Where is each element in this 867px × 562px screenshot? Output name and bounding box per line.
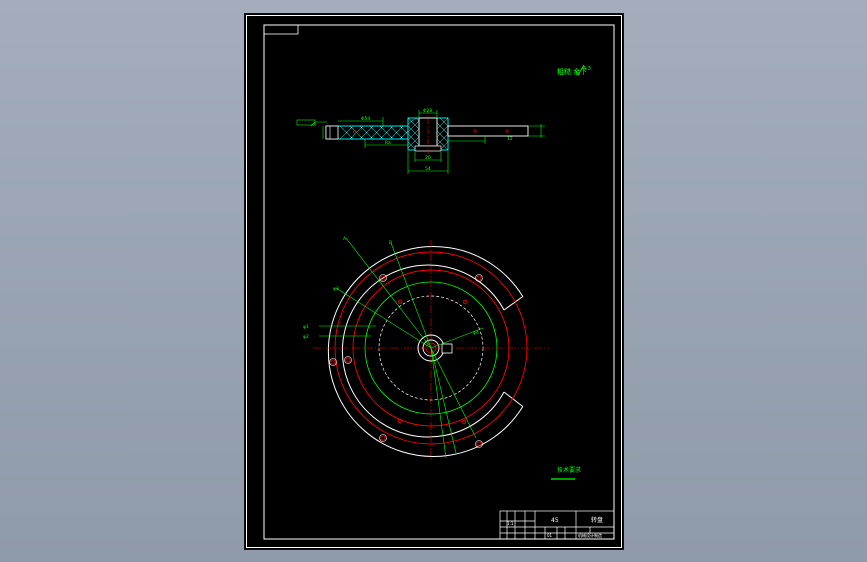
drawing-canvas: 粗糙 余下 6.3 Φ28 Φ54 54 20 12 Ra A B φ1 φ2 …	[246, 15, 622, 548]
plan-label-phi2: φ2	[303, 334, 309, 340]
roughness-symbol: 粗糙 余下 6.3	[557, 64, 591, 76]
title-drawing-no: 01	[547, 533, 553, 538]
drawing-sheet: 粗糙 余下 6.3 Φ28 Φ54 54 20 12 Ra A B φ1 φ2 …	[244, 13, 624, 550]
sheet-inner-border	[263, 24, 615, 540]
title-material: 45	[551, 517, 559, 524]
section-roughness-mark: Ra	[385, 140, 391, 146]
note-title: 技术要求	[557, 466, 581, 474]
technical-note: 技术要求	[551, 466, 581, 480]
plan-label-phi1: φ1	[303, 324, 309, 330]
plan-label-phi3: φ3	[333, 286, 339, 292]
section-view: Φ28 Φ54 54 20 12 Ra	[296, 108, 545, 174]
title-scale: 1:1	[507, 521, 514, 526]
title-part-name: 转盘	[591, 516, 603, 524]
roughness-value: 6.3	[583, 66, 591, 72]
cad-viewport[interactable]: 粗糙 余下 6.3 Φ28 Φ54 54 20 12 Ra A B φ1 φ2 …	[0, 0, 867, 562]
dim-right-flange: 12	[507, 136, 513, 142]
dim-hub-inner: 20	[425, 155, 431, 161]
dim-left-length: Φ54	[361, 116, 370, 122]
plan-view: A B φ1 φ2 φ3 φ4	[303, 236, 549, 460]
plan-label-phi4: φ4	[473, 330, 479, 336]
header-box	[263, 24, 299, 35]
outer-rim	[327, 246, 524, 457]
dim-hub-width: 54	[425, 166, 431, 172]
section-right-flange	[447, 125, 529, 137]
title-company: 机械设计制造	[578, 532, 602, 538]
plan-label-b: B	[389, 240, 392, 246]
dim-bore-diameter: Φ28	[423, 108, 432, 114]
